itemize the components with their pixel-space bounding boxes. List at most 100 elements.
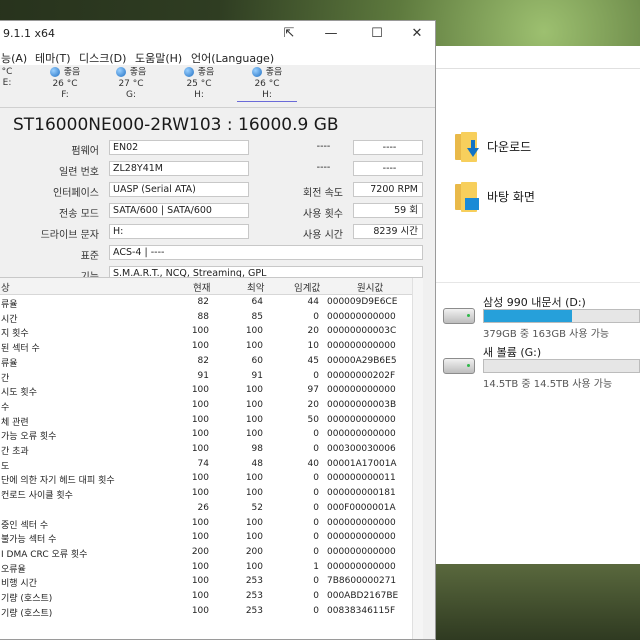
drive-tab-letter: H: [194, 89, 204, 100]
drive-tab-letter: E: [2, 78, 12, 88]
smart-worst: 100 [245, 517, 263, 528]
close-button[interactable]: ✕ [407, 25, 427, 43]
smart-raw: 00000A29B6E5 [327, 355, 397, 366]
smart-worst: 100 [245, 429, 263, 440]
table-row[interactable]: I DMA CRC 오류 횟수 200 200 0 000000000000 [0, 546, 423, 560]
table-row[interactable]: 수 100 100 20 00000000003B [0, 399, 423, 413]
smart-attribute-name: 시도 횟수 [1, 388, 37, 399]
smart-attribute-name: 수 [1, 402, 10, 413]
serial-value: ZL28Y41M [109, 161, 249, 176]
table-row[interactable]: 불가능 섹터 수 100 100 0 000000000000 [0, 531, 423, 545]
window-title: 9.1.1 x64 [3, 27, 55, 40]
unknown-label-1: ---- [316, 141, 331, 152]
standard-value: ACS-4 | ---- [109, 245, 423, 260]
smart-threshold: 44 [307, 297, 319, 307]
smart-current: 100 [191, 605, 209, 616]
smart-current: 100 [191, 517, 209, 528]
header-attribute[interactable]: 상 [1, 280, 10, 294]
power-on-count-label: 사용 횟수 [303, 209, 343, 220]
smart-raw: 00000000202F [327, 370, 396, 381]
smart-raw: 7B8600000271 [327, 576, 397, 587]
table-row[interactable]: 기량 (호스트) 100 253 0 000ABD2167BE [0, 590, 423, 604]
smart-attribute-name: 도 [1, 461, 10, 472]
smart-raw: 000009D9E6CE [327, 297, 398, 307]
smart-current: 100 [191, 473, 209, 484]
table-row[interactable]: 간 91 91 0 00000000202F [0, 370, 423, 384]
drive-tab-letter: F: [61, 89, 69, 100]
drive-tab-g[interactable]: 좋음 27 °C G: [101, 67, 161, 101]
maximize-button[interactable]: ☐ [367, 25, 387, 43]
table-row[interactable]: 가능 오류 횟수 100 100 0 000000000000 [0, 428, 423, 442]
smart-threshold: 20 [307, 399, 319, 410]
drive-tab-h-selected[interactable]: 좋음 26 °C H: [237, 67, 297, 102]
smart-raw: 000000000000 [327, 341, 396, 352]
table-row[interactable]: 26 52 0 000F0000001A [0, 502, 423, 516]
smart-raw: 000000000000 [327, 385, 396, 396]
table-row[interactable]: 시도 횟수 100 100 97 000000000000 [0, 384, 423, 398]
smart-threshold: 0 [313, 444, 319, 454]
table-row[interactable]: 지 횟수 100 100 20 00000000003C [0, 325, 423, 339]
firmware-label: 펌웨어 [71, 146, 99, 157]
quick-access-downloads-label: 다운로드 [487, 139, 532, 154]
smart-worst: 100 [245, 532, 263, 543]
menu-help[interactable]: 도움말(H) [135, 50, 182, 66]
header-worst[interactable]: 최악 [247, 280, 264, 294]
menu-function[interactable]: 능(A) [1, 50, 27, 66]
rotation-speed-value: 7200 RPM [353, 182, 423, 197]
smart-table-header: 상 현재 최악 임계값 원시값 [0, 278, 423, 295]
table-row[interactable]: 시간 88 85 0 000000000000 [0, 311, 423, 325]
smart-scrollbar[interactable] [412, 278, 423, 639]
smart-worst: 100 [245, 488, 263, 499]
table-row[interactable]: 기량 (호스트) 100 253 0 00838346115F [0, 605, 423, 619]
drive-tab-temp: 26 °C [52, 78, 78, 89]
title-bar: 9.1.1 x64 ⇱ — ☐ ✕ [0, 21, 435, 47]
menu-disk[interactable]: 디스크(D) [79, 50, 126, 66]
smart-threshold: 0 [313, 488, 319, 499]
table-row[interactable]: 오류율 100 100 1 000000000000 [0, 561, 423, 575]
power-on-hours-label: 사용 시간 [303, 230, 343, 241]
smart-threshold: 0 [313, 576, 319, 587]
smart-current: 100 [191, 385, 209, 396]
quick-access-downloads[interactable]: 다운로드 [453, 130, 531, 162]
smart-attribute-name: 불가능 섹터 수 [1, 535, 57, 546]
smart-attribute-name: 체 관련 [1, 417, 29, 428]
smart-attribute-name: 간 [1, 373, 10, 384]
disk-model-title: ST16000NE000-2RW103 : 16000.9 GB [13, 115, 339, 135]
menu-theme[interactable]: 테마(T) [35, 50, 71, 66]
drive-free-space: 379GB 중 163GB 사용 가능 [483, 329, 610, 340]
drive-tab-f[interactable]: 좋음 26 °C F: [35, 67, 95, 101]
drive-tab-h[interactable]: 좋음 25 °C H: [169, 67, 229, 101]
table-row[interactable]: 간 초과 100 98 0 000300030006 [0, 443, 423, 457]
table-row[interactable]: 단에 의한 자기 헤드 대피 횟수 100 100 0 000000000011 [0, 472, 423, 486]
table-row[interactable]: 체 관련 100 100 50 000000000000 [0, 414, 423, 428]
drive-usage-bar [483, 359, 640, 373]
table-row[interactable]: 류율 82 64 44 000009D9E6CE [0, 296, 423, 310]
table-row[interactable]: 비행 시간 100 253 0 7B8600000271 [0, 575, 423, 589]
quick-access-desktop[interactable]: 바탕 화면 [453, 180, 535, 212]
table-row[interactable]: 중인 섹터 수 100 100 0 000000000000 [0, 517, 423, 531]
smart-worst: 64 [251, 297, 263, 307]
smart-attribute-name: 오류율 [1, 564, 26, 575]
minimize-button[interactable]: — [321, 25, 341, 43]
menu-language[interactable]: 언어(Language) [191, 50, 274, 66]
smart-worst: 100 [245, 326, 263, 337]
drive-tab-status: 좋음 [129, 67, 147, 78]
download-folder-icon [453, 130, 479, 162]
firmware-value: EN02 [109, 140, 249, 155]
smart-threshold: 0 [313, 517, 319, 528]
table-row[interactable]: 도 74 48 40 00001A17001A [0, 458, 423, 472]
table-row[interactable]: 컨로드 사이클 횟수 100 100 0 000000000181 [0, 487, 423, 501]
cursor-icon: ⇱ [283, 26, 295, 41]
drive-tab-letter: H: [262, 89, 272, 100]
smart-worst: 85 [251, 311, 263, 322]
smart-raw: 00000000003B [327, 399, 397, 410]
table-row[interactable]: 된 섹터 수 100 100 10 000000000000 [0, 340, 423, 354]
header-raw[interactable]: 원시값 [357, 280, 383, 294]
header-current[interactable]: 현재 [193, 280, 210, 294]
table-row[interactable]: 류율 82 60 45 00000A29B6E5 [0, 355, 423, 369]
smart-current: 82 [197, 355, 209, 366]
header-threshold[interactable]: 임계값 [294, 280, 320, 294]
smart-raw: 000000000000 [327, 561, 396, 572]
smart-raw: 000000000000 [327, 311, 396, 322]
drive-tab-e[interactable]: °C E: [0, 67, 37, 89]
